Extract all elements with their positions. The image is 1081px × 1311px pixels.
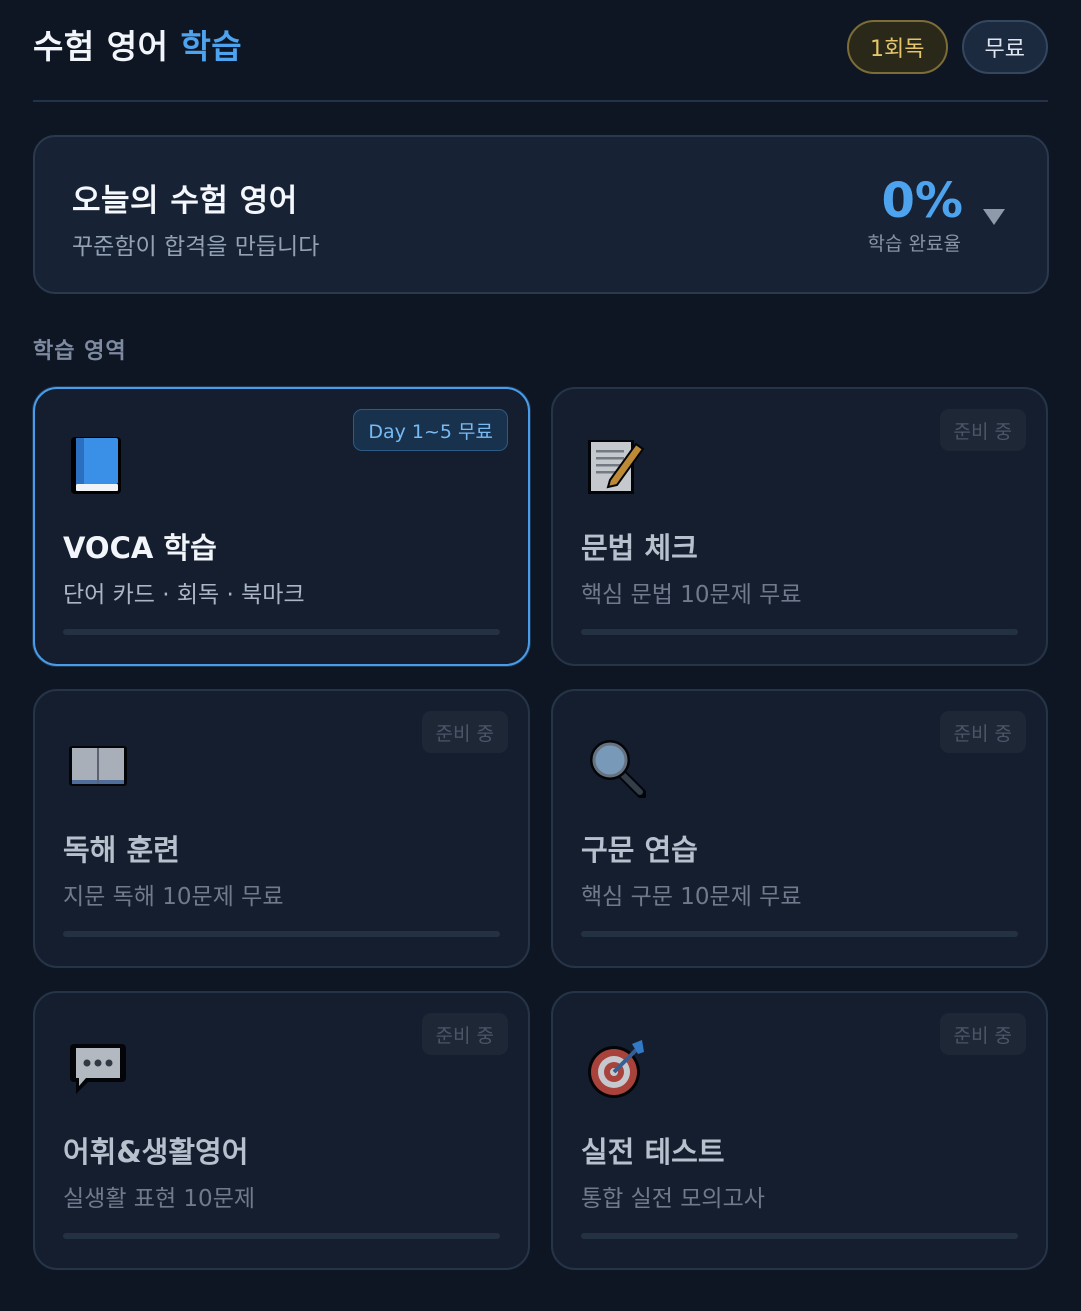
open-book-icon xyxy=(69,746,127,786)
card-badge: 준비 중 xyxy=(939,711,1026,753)
card-badge: 준비 중 xyxy=(421,1013,508,1055)
study-card-everyday-english[interactable]: 준비 중 어휘&생활영어 실생활 표현 10문제 xyxy=(33,991,530,1270)
page-title: 수험 영어 학습 xyxy=(33,18,242,76)
blue-book-icon xyxy=(71,437,121,494)
card-title: 독해 훈련 xyxy=(63,833,180,867)
card-title: 실전 테스트 xyxy=(581,1135,725,1169)
section-label: 학습 영역 xyxy=(33,339,127,364)
card-subtitle: 핵심 문법 10문제 무료 xyxy=(581,582,802,608)
header-badges: 1회독 무료 xyxy=(847,20,1048,74)
free-badge[interactable]: 무료 xyxy=(961,20,1048,74)
card-progress-bar xyxy=(63,1233,500,1239)
study-card-reading[interactable]: 준비 중 독해 훈련 지문 독해 10문제 무료 xyxy=(33,689,530,968)
card-subtitle: 핵심 구문 10문제 무료 xyxy=(581,884,802,910)
card-progress-bar xyxy=(63,629,500,635)
today-title: 오늘의 수험 영어 xyxy=(72,183,298,219)
card-badge: 준비 중 xyxy=(939,1013,1026,1055)
study-card-grammar[interactable]: 준비 중 문법 체크 핵심 문법 10문제 무료 xyxy=(551,387,1048,666)
card-subtitle: 실생활 표현 10문제 xyxy=(63,1186,256,1212)
study-card-voca[interactable]: Day 1~5 무료 VOCA 학습 단어 카드 · 회독 · 북마크 xyxy=(33,387,530,666)
card-badge: Day 1~5 무료 xyxy=(353,409,508,451)
round-badge[interactable]: 1회독 xyxy=(847,20,948,74)
card-title: 어휘&생활영어 xyxy=(63,1135,249,1169)
magnifier-icon xyxy=(590,740,646,798)
card-badge: 준비 중 xyxy=(939,409,1026,451)
target-icon xyxy=(588,1040,644,1098)
card-subtitle: 단어 카드 · 회독 · 북마크 xyxy=(63,582,305,608)
card-progress-bar xyxy=(581,629,1018,635)
card-title: 문법 체크 xyxy=(581,531,698,565)
card-badge: 준비 중 xyxy=(421,711,508,753)
page-title-main: 수험 영어 xyxy=(33,27,169,66)
card-progress-bar xyxy=(581,1233,1018,1239)
speech-bubble-icon xyxy=(70,1044,126,1094)
card-title: 구문 연습 xyxy=(581,833,698,867)
card-title: VOCA 학습 xyxy=(63,531,217,565)
card-progress-bar xyxy=(63,931,500,937)
memo-pencil-icon xyxy=(588,440,645,494)
completion-percent: 0% xyxy=(881,173,964,229)
header: 수험 영어 학습 1회독 무료 xyxy=(33,18,1048,102)
app-page: 수험 영어 학습 1회독 무료 오늘의 수험 영어 꾸준함이 합격을 만듭니다 … xyxy=(0,0,1081,1311)
completion-label: 학습 완료율 xyxy=(867,233,961,255)
today-subtitle: 꾸준함이 합격을 만듭니다 xyxy=(72,234,320,260)
study-card-syntax[interactable]: 준비 중 구문 연습 핵심 구문 10문제 무료 xyxy=(551,689,1048,968)
study-card-practice-test[interactable]: 준비 중 실전 테스트 통합 실전 모의고사 xyxy=(551,991,1048,1270)
card-subtitle: 지문 독해 10문제 무료 xyxy=(63,884,284,910)
today-summary-card[interactable]: 오늘의 수험 영어 꾸준함이 합격을 만듭니다 0% 학습 완료율 xyxy=(33,135,1049,294)
chevron-down-icon[interactable] xyxy=(983,209,1005,225)
card-subtitle: 통합 실전 모의고사 xyxy=(581,1186,765,1212)
page-title-accent: 학습 xyxy=(180,27,243,66)
card-progress-bar xyxy=(581,931,1018,937)
